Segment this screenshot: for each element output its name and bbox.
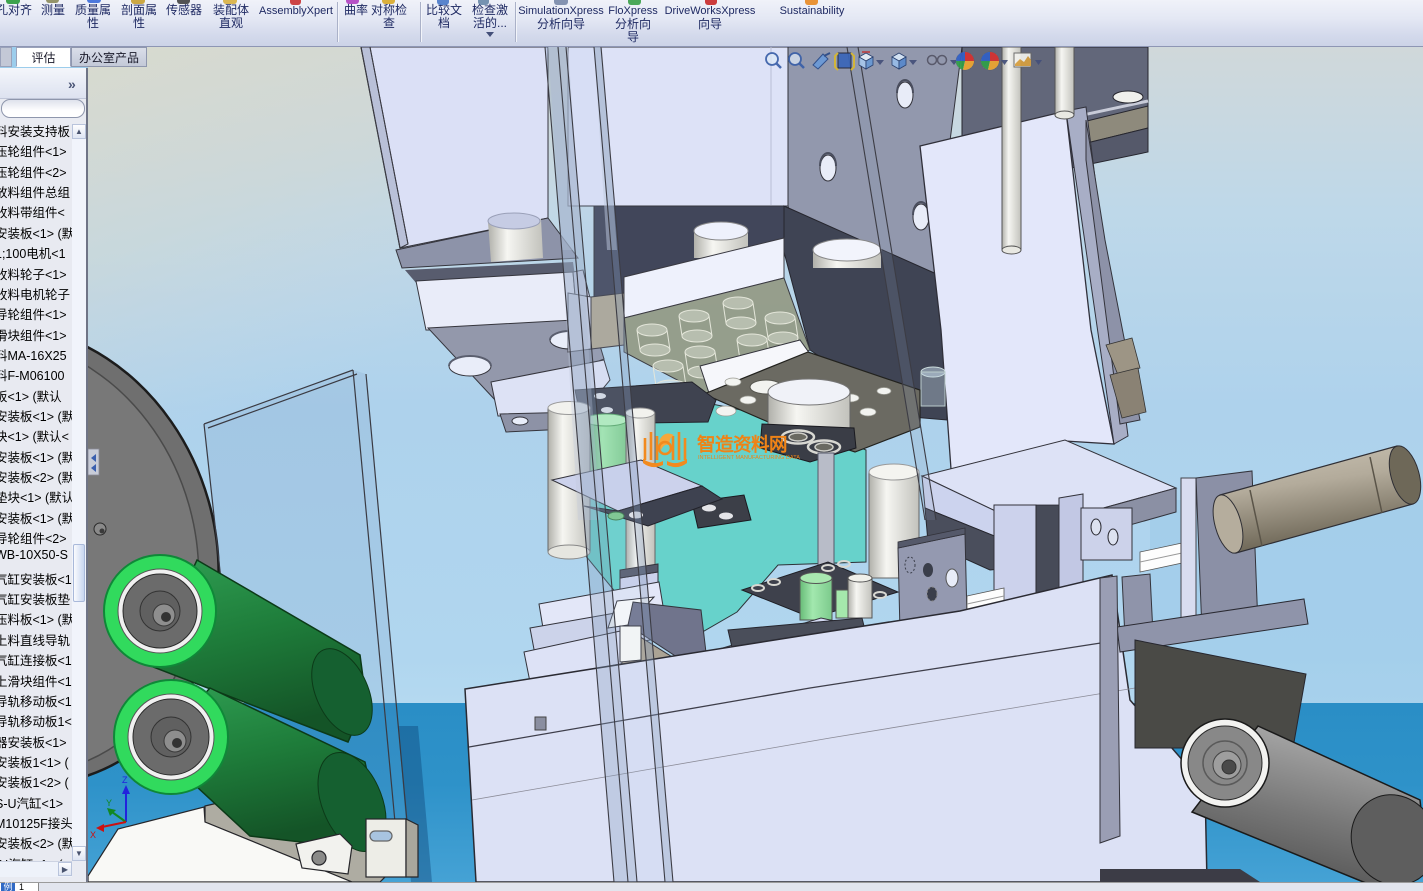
svg-text:Z: Z — [122, 775, 128, 785]
svg-text:智造资料网: 智造资料网 — [697, 434, 787, 455]
svg-text:Y: Y — [106, 798, 112, 808]
svg-text:INTELLIGENT MANUFACTURING DATA: INTELLIGENT MANUFACTURING DATA — [698, 455, 800, 461]
svg-text:X: X — [90, 830, 96, 840]
